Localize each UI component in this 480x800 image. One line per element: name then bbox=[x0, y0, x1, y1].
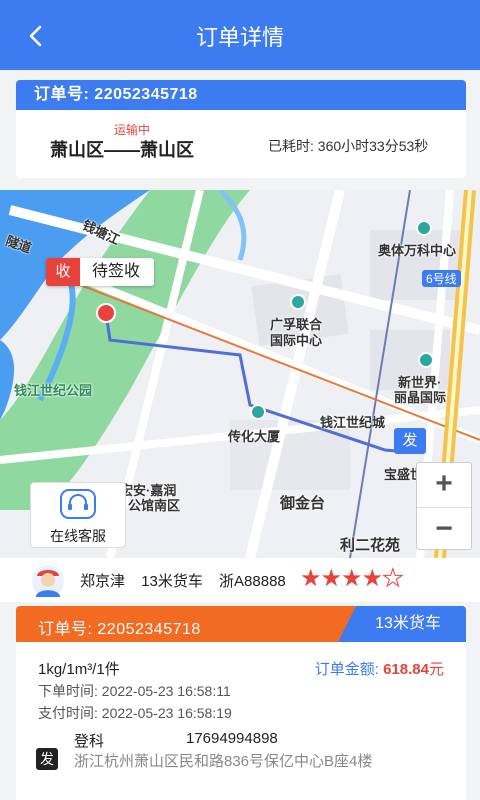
online-service-button[interactable]: 在线客服 bbox=[30, 482, 126, 548]
order-detail-header: 订单号: 22052345718 13米货车 bbox=[16, 606, 466, 642]
send-marker-tag[interactable]: 发 bbox=[394, 428, 426, 454]
map-label: 6号线 bbox=[422, 270, 461, 287]
poi-icon bbox=[250, 404, 266, 420]
map-label: 奥体万科中心 bbox=[378, 243, 457, 258]
order-detail-number: 订单号: 22052345718 bbox=[38, 615, 201, 639]
elapsed-time: 已耗时: 360小时33分53秒 bbox=[268, 138, 429, 154]
cargo-spec: 1kg/1m³/1件 bbox=[38, 661, 120, 678]
sender-badge: 发 bbox=[36, 748, 58, 770]
vehicle-type-badge: 13米货车 bbox=[338, 606, 466, 642]
map-label: 丽晶国际 bbox=[394, 390, 447, 405]
page-title: 订单详情 bbox=[195, 25, 284, 50]
poi-icon bbox=[418, 352, 434, 368]
sender-address: 浙江杭州萧山区民和路836号保亿中心B座4楼 bbox=[74, 753, 373, 770]
zoom-control: + − bbox=[416, 462, 472, 550]
driver-details: 郑京津 13米货车 浙A88888 bbox=[80, 570, 298, 591]
route-text: 萧山区——萧山区 bbox=[50, 140, 194, 160]
driver-rating: ★★★★★ bbox=[300, 565, 404, 592]
driver-info-bar: 郑京津 13米货车 浙A88888 ★★★★★ bbox=[0, 558, 480, 602]
receive-status: 待签收 bbox=[92, 263, 141, 280]
order-amount: 订单金额: 618.84元 bbox=[315, 658, 444, 679]
order-summary-header: 订单号: 22052345718 bbox=[16, 80, 466, 110]
driver-vehicle: 13米货车 bbox=[141, 573, 203, 590]
poi-icon bbox=[416, 220, 432, 236]
map-label: 御金台 bbox=[280, 495, 326, 512]
online-service-label: 在线客服 bbox=[50, 528, 106, 544]
order-number: 22052345718 bbox=[97, 621, 201, 638]
zoom-out-button[interactable]: − bbox=[417, 507, 471, 551]
map-label: 传化大厦 bbox=[228, 429, 281, 444]
order-detail-card: 订单号: 22052345718 13米货车 1kg/1m³/1件 订单金额: … bbox=[16, 606, 466, 800]
receive-marker-tag[interactable]: 收 待签收 bbox=[46, 258, 155, 286]
sender-name: 登科 bbox=[74, 733, 105, 750]
order-summary-card: 订单号: 22052345718 运输中 萧山区——萧山区 已耗时: 360小时… bbox=[16, 80, 466, 178]
star-filled-icon: ★ bbox=[341, 565, 362, 592]
receive-badge: 收 bbox=[46, 258, 80, 286]
order-amount-unit: 元 bbox=[428, 661, 444, 678]
map-label: 钱江世纪公园 bbox=[14, 383, 93, 398]
created-time: 下单时间: 2022-05-23 16:58:11 bbox=[38, 683, 231, 699]
driver-avatar-icon bbox=[32, 565, 64, 597]
star-empty-icon: ★ bbox=[382, 565, 404, 592]
map-label: 利二花苑 bbox=[340, 537, 401, 554]
map-view[interactable]: 钱塘江 隧道 钱江世纪公园 奥体万科中心 6号线 广孚联合 国际中心 新世界· … bbox=[0, 190, 480, 558]
map-label: 国际中心 bbox=[270, 333, 323, 348]
order-number: 22052345718 bbox=[94, 86, 198, 103]
order-amount-value: 618.84 bbox=[383, 661, 429, 678]
map-label: 钱江世纪城 bbox=[320, 415, 386, 430]
order-number-label: 订单号: bbox=[38, 621, 93, 638]
paid-time: 支付时间: 2022-05-23 16:58:19 bbox=[38, 705, 232, 721]
headset-icon bbox=[60, 489, 96, 519]
zoom-in-button[interactable]: + bbox=[417, 463, 471, 507]
star-filled-icon: ★ bbox=[361, 565, 383, 592]
nav-bar: 订单详情 bbox=[0, 0, 480, 70]
order-number-label: 订单号: bbox=[34, 86, 90, 103]
poi-icon bbox=[290, 294, 306, 310]
map-label: 公馆南区 bbox=[128, 498, 181, 513]
driver-plate: 浙A88888 bbox=[219, 573, 286, 590]
star-filled-icon: ★ bbox=[320, 565, 342, 592]
driver-name: 郑京津 bbox=[80, 573, 126, 590]
star-filled-icon: ★ bbox=[300, 565, 321, 592]
order-amount-label: 订单金额: bbox=[314, 661, 379, 678]
sender-phone[interactable]: 17694994898 bbox=[186, 730, 278, 747]
